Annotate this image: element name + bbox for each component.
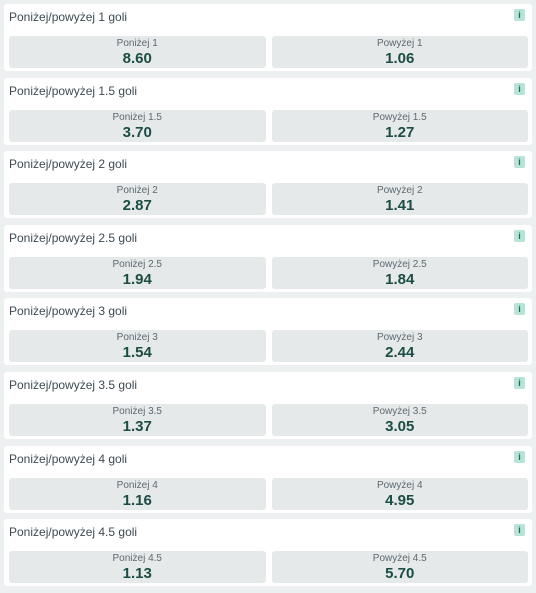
over-odds-value: 2.44 xyxy=(385,344,415,362)
over-label: Powyżej 1 xyxy=(376,38,423,49)
over-odds-button[interactable]: Powyżej 2 1.41 xyxy=(271,183,528,216)
over-odds-button[interactable]: Powyżej 4.5 5.70 xyxy=(271,551,528,584)
market-card: Poniżej/powyżej 2.5 goli i Poniżej 2.5 1… xyxy=(4,224,532,292)
over-odds-value: 1.27 xyxy=(385,123,415,141)
odds-row: Poniżej 1 8.60 Powyżej 1 1.06 xyxy=(9,36,528,68)
under-label: Poniżej 1 xyxy=(116,38,158,49)
info-icon[interactable]: i xyxy=(514,229,525,242)
market-title: Poniżej/powyżej 3 goli xyxy=(9,304,128,319)
market-title: Poniżej/powyżej 2 goli xyxy=(9,157,128,172)
market-card: Poniżej/powyżej 3.5 goli i Poniżej 3.5 1… xyxy=(4,371,532,439)
under-odds-button[interactable]: Poniżej 4 1.16 xyxy=(9,477,266,510)
odds-row: Poniżej 1.5 3.70 Powyżej 1.5 1.27 xyxy=(9,109,528,142)
over-odds-value: 1.06 xyxy=(385,50,415,67)
under-label: Poniżej 3.5 xyxy=(112,405,162,417)
info-icon[interactable]: i xyxy=(514,303,525,316)
market-card: Poniżej/powyżej 1 goli i Poniżej 1 8.60 … xyxy=(4,4,532,71)
odds-row: Poniżej 2.5 1.94 Powyżej 2.5 1.84 xyxy=(9,256,528,289)
under-odds-value: 1.37 xyxy=(122,417,152,435)
market-card: Poniżej/powyżej 1.5 goli i Poniżej 1.5 3… xyxy=(4,77,532,145)
under-label: Poniżej 4 xyxy=(116,479,158,491)
over-odds-button[interactable]: Powyżej 1 1.06 xyxy=(271,36,528,68)
market-title: Poniżej/powyżej 1.5 goli xyxy=(9,83,138,98)
under-label: Poniżej 4.5 xyxy=(112,553,162,565)
under-odds-button[interactable]: Poniżej 2 2.87 xyxy=(9,183,266,216)
market-title: Poniżej/powyżej 2.5 goli xyxy=(9,230,138,245)
over-odds-button[interactable]: Powyżej 3.5 3.05 xyxy=(271,403,528,436)
info-icon[interactable]: i xyxy=(514,450,525,463)
market-card: Poniżej/powyżej 2 goli i Poniżej 2 2.87 … xyxy=(4,151,532,219)
over-label: Powyżej 3 xyxy=(376,332,423,344)
over-odds-button[interactable]: Powyżej 4 4.95 xyxy=(271,477,528,510)
under-label: Poniżej 2.5 xyxy=(112,258,162,270)
market-card: Poniżej/powyżej 4 goli i Poniżej 4 1.16 … xyxy=(4,445,532,513)
market-card: Poniżej/powyżej 3 goli i Poniżej 3 1.54 … xyxy=(4,298,532,366)
over-under-markets-list: Poniżej/powyżej 1 goli i Poniżej 1 8.60 … xyxy=(4,4,532,593)
over-odds-value: 4.95 xyxy=(385,491,415,509)
under-odds-value: 3.70 xyxy=(122,123,152,141)
under-odds-value: 1.54 xyxy=(122,344,152,362)
under-odds-button[interactable]: Poniżej 2.5 1.94 xyxy=(9,256,266,289)
under-odds-button[interactable]: Poniżej 4.5 1.13 xyxy=(9,551,266,584)
under-label: Poniżej 1.5 xyxy=(112,111,162,123)
market-title: Poniżej/powyżej 4 goli xyxy=(9,451,128,466)
odds-row: Poniżej 3.5 1.37 Powyżej 3.5 3.05 xyxy=(9,403,528,436)
over-label: Powyżej 2 xyxy=(376,185,423,197)
market-title: Poniżej/powyżej 4.5 goli xyxy=(9,525,138,540)
over-odds-button[interactable]: Powyżej 3 2.44 xyxy=(271,330,528,363)
under-odds-button[interactable]: Poniżej 1.5 3.70 xyxy=(9,109,266,142)
info-icon[interactable]: i xyxy=(514,524,525,537)
info-icon[interactable]: i xyxy=(514,156,525,169)
over-odds-button[interactable]: Powyżej 1.5 1.27 xyxy=(271,109,528,142)
under-label: Poniżej 2 xyxy=(116,185,158,197)
market-title: Poniżej/powyżej 3.5 goli xyxy=(9,377,138,392)
info-icon[interactable]: i xyxy=(514,82,525,95)
under-odds-value: 1.94 xyxy=(122,270,152,288)
over-label: Powyżej 4 xyxy=(376,479,423,491)
market-card: Poniżej/powyżej 4.5 goli i Poniżej 4.5 1… xyxy=(4,519,532,587)
over-label: Powyżej 3.5 xyxy=(372,405,427,417)
odds-row: Poniżej 4 1.16 Powyżej 4 4.95 xyxy=(9,477,528,510)
odds-row: Poniżej 4.5 1.13 Powyżej 4.5 5.70 xyxy=(9,551,528,584)
over-label: Powyżej 1.5 xyxy=(372,111,427,123)
under-odds-button[interactable]: Poniżej 3.5 1.37 xyxy=(9,403,266,436)
over-label: Powyżej 4.5 xyxy=(372,553,427,565)
odds-row: Poniżej 3 1.54 Powyżej 3 2.44 xyxy=(9,330,528,363)
odds-row: Poniżej 2 2.87 Powyżej 2 1.41 xyxy=(9,183,528,216)
info-icon[interactable]: i xyxy=(514,9,525,21)
over-odds-value: 1.41 xyxy=(385,197,415,215)
market-title: Poniżej/powyżej 1 goli xyxy=(9,10,128,24)
under-label: Poniżej 3 xyxy=(116,332,158,344)
under-odds-value: 1.16 xyxy=(122,491,152,509)
over-odds-value: 3.05 xyxy=(385,417,415,435)
over-odds-value: 5.70 xyxy=(385,565,415,583)
under-odds-value: 8.60 xyxy=(122,50,152,67)
under-odds-value: 2.87 xyxy=(122,197,152,215)
under-odds-button[interactable]: Poniżej 3 1.54 xyxy=(9,330,266,363)
info-icon[interactable]: i xyxy=(514,376,525,389)
under-odds-button[interactable]: Poniżej 1 8.60 xyxy=(9,36,266,68)
over-odds-value: 1.84 xyxy=(385,270,415,288)
under-odds-value: 1.13 xyxy=(122,565,152,583)
over-label: Powyżej 2.5 xyxy=(372,258,427,270)
over-odds-button[interactable]: Powyżej 2.5 1.84 xyxy=(271,256,528,289)
